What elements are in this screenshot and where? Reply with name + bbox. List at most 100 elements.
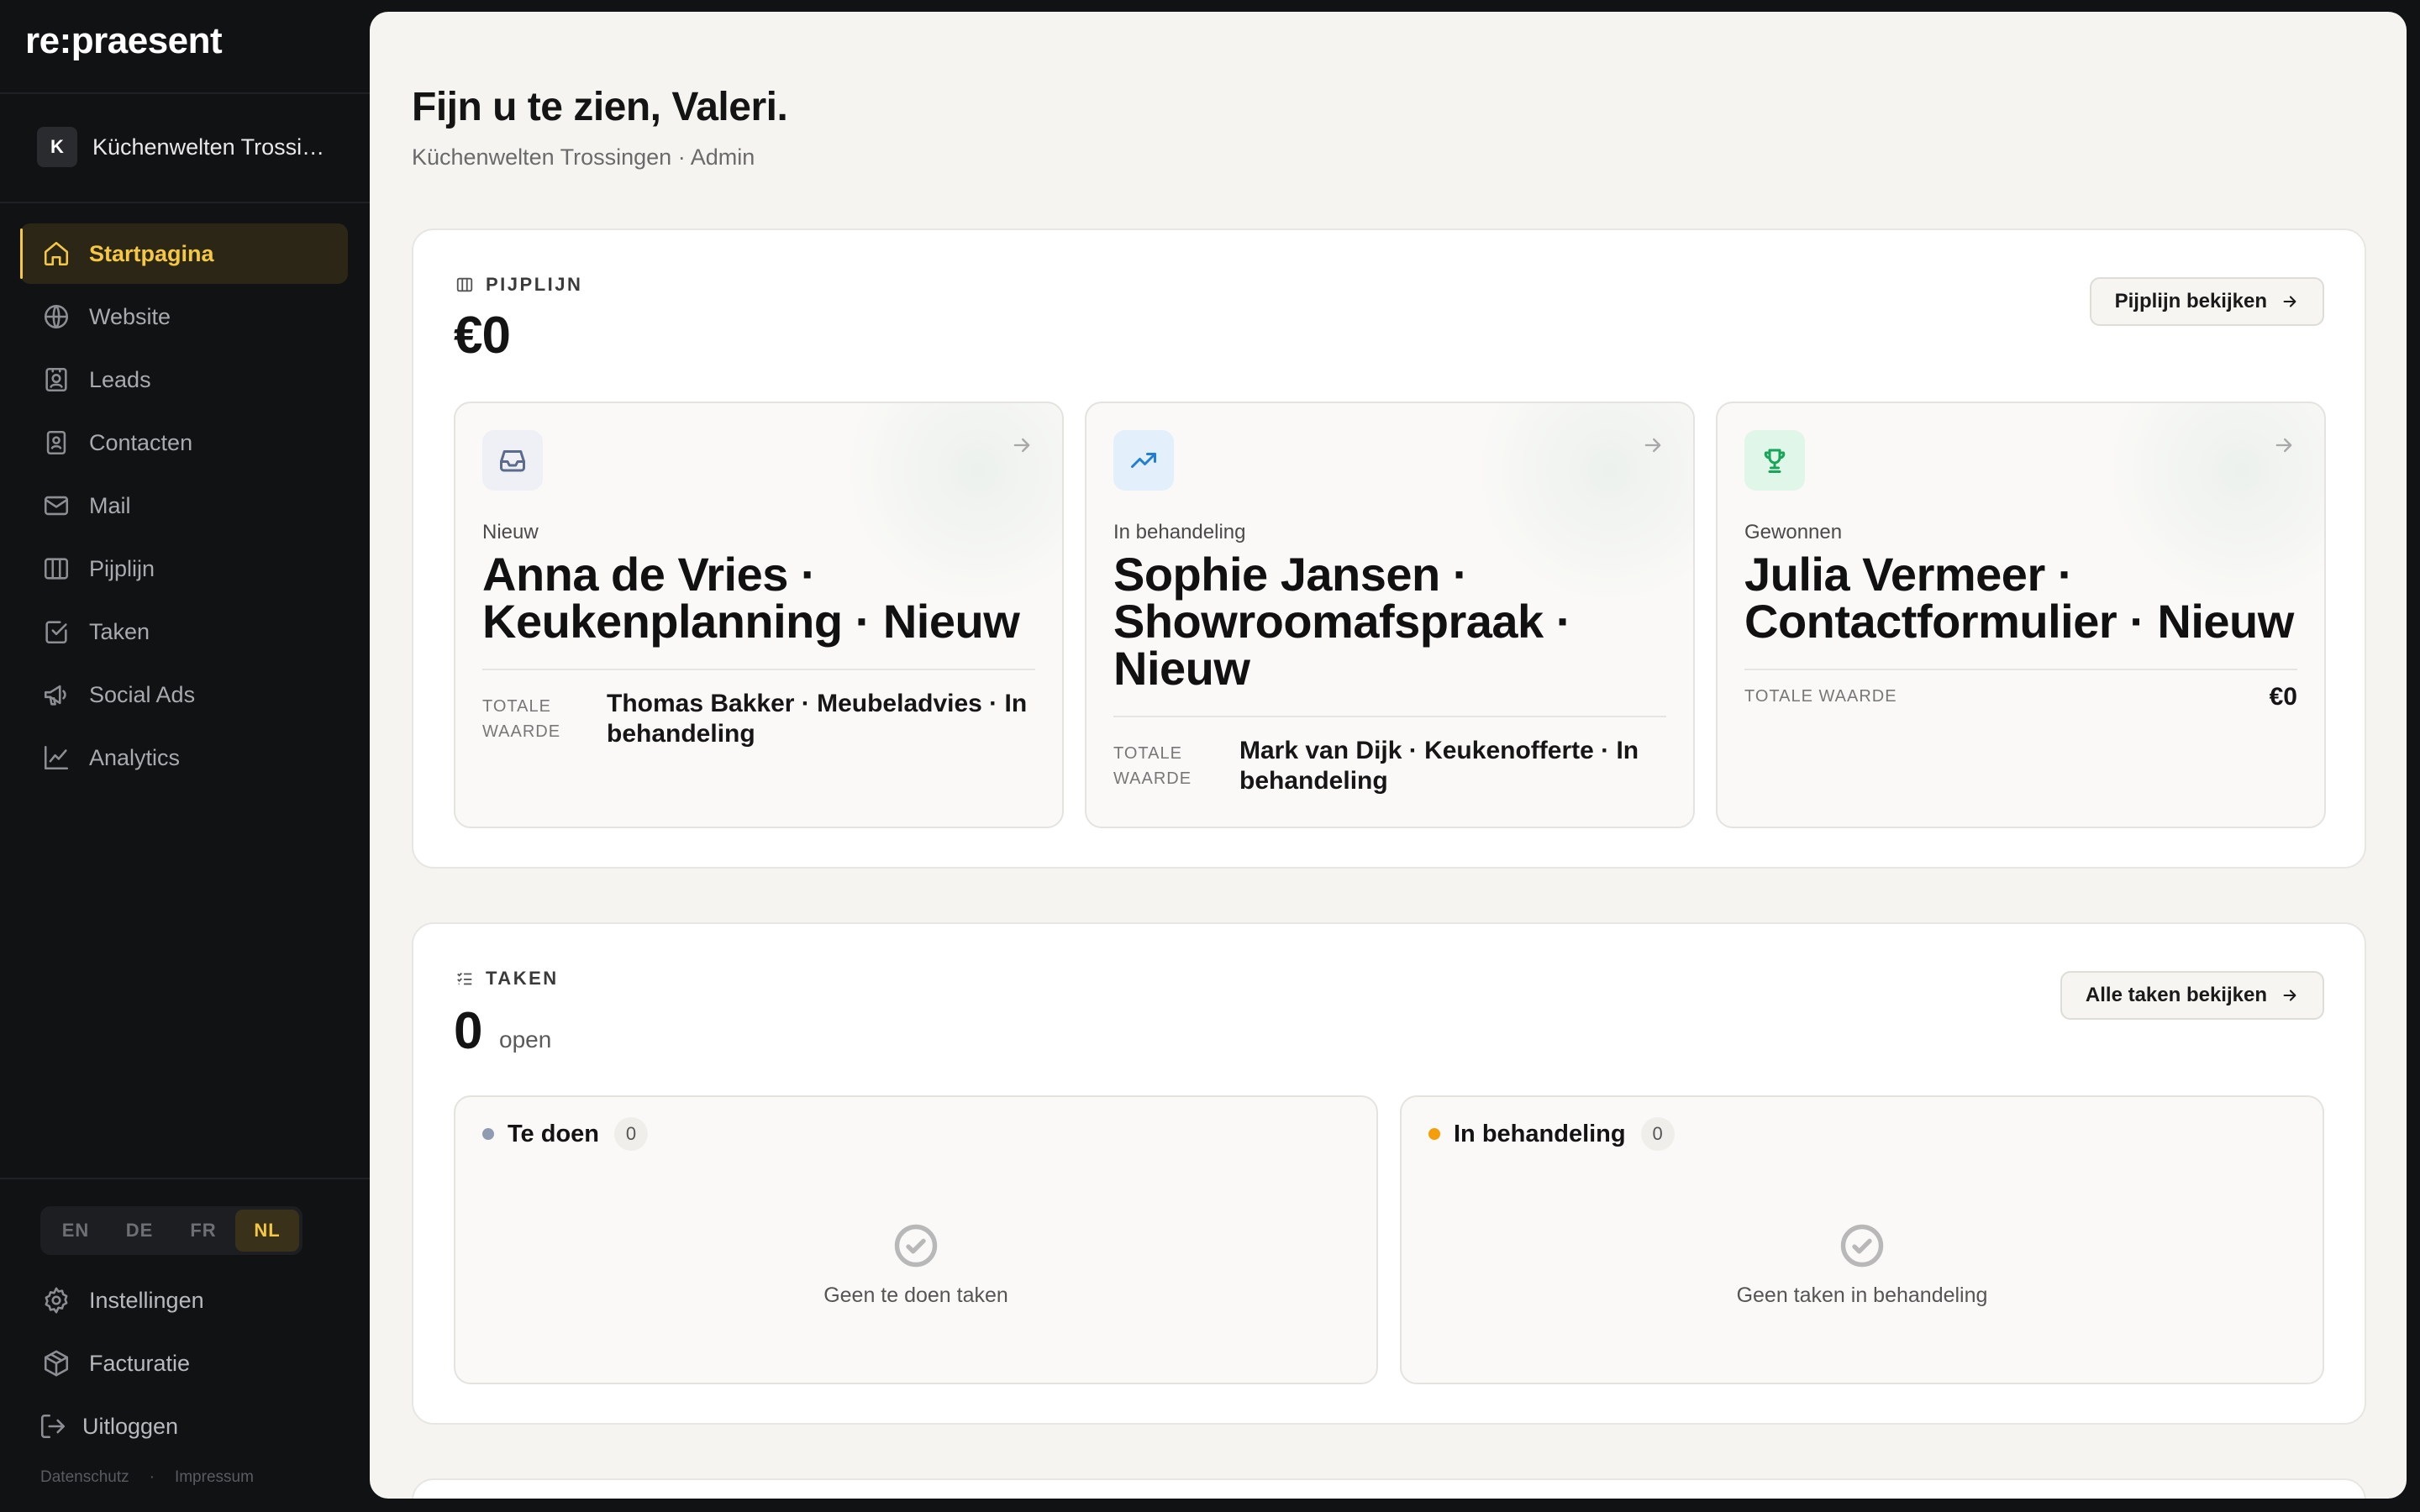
deal-stage-badge [1744,430,1805,491]
deal-open-arrow[interactable] [1641,433,1665,461]
home-icon [44,241,69,266]
tasks-card: TAKEN 0 open Alle taken bekijken Te doen… [412,922,2366,1425]
sidebar-item-startpagina[interactable]: Startpagina [20,223,348,284]
gear-icon [45,1287,68,1314]
sidebar-item-label: Taken [89,618,150,644]
sidebar-item-label: Website [89,303,171,329]
empty-state-icon [893,1223,939,1268]
app-logo[interactable]: re:praesent [25,20,223,62]
kanban-columns-icon [456,277,473,292]
deal-card-won[interactable]: Gewonnen Julia Vermeer · Contactformulie… [1716,402,2326,828]
arrow-right-icon [1644,438,1661,453]
mail-icon [44,496,69,516]
section-label-text: PIJPLIJN [486,274,583,295]
trending-up-icon [1131,453,1156,468]
trophy-icon [1764,449,1786,473]
status-dot [482,1128,494,1140]
deal-stage: Nieuw [482,521,539,543]
package-icon [44,1350,69,1377]
sidebar-item-label: Contacten [89,429,193,455]
sidebar-item-label: Startpagina [89,240,214,266]
imprint-link[interactable]: Impressum [175,1468,254,1487]
deal-value: Thomas Bakker · Meubeladvies · In behand… [607,690,1028,748]
task-column-header: In behandeling 0 [1428,1117,1675,1151]
globe-icon [44,304,69,329]
sidebar-item-leads[interactable]: Leads [20,349,348,410]
sidebar-item-facturatie[interactable]: Facturatie [20,1333,348,1394]
deal-stage: In behandeling [1113,521,1246,543]
deal-stage-badge [482,430,543,491]
view-all-tasks-button[interactable]: Alle taken bekijken [2060,971,2324,1020]
deal-open-arrow[interactable] [2272,433,2296,461]
deal-stage-badge [1113,430,1174,491]
address-book-icon [46,430,66,455]
language-option-en[interactable]: EN [44,1210,108,1252]
task-count-badge: 0 [1640,1117,1675,1151]
org-switcher[interactable]: K Küchenwelten Trossingen [37,126,336,168]
kanban-columns-icon [44,558,69,580]
task-count-badge: 0 [614,1117,649,1151]
footer-links: Datenschutz · Impressum [40,1468,254,1487]
task-column-title: Te doen [508,1120,600,1147]
page-title: Fijn u te zien, Valeri. [412,85,788,129]
inbox-icon [500,450,525,472]
deal-card-in-progress[interactable]: In behandeling Sophie Jansen · Showrooma… [1085,402,1695,828]
sidebar-divider [0,1178,370,1179]
sidebar-item-instellingen[interactable]: Instellingen [20,1270,348,1331]
org-name: Küchenwelten Trossingen [92,134,336,160]
deal-value: €0 [2269,683,2297,711]
empty-state-text: Geen taken in behandeling [1736,1284,1988,1307]
org-avatar: K [37,127,77,167]
empty-state-text: Geen te doen taken [823,1284,1008,1307]
arrow-right-icon [1013,438,1030,453]
pipeline-total: €0 [454,307,511,365]
megaphone-icon [44,685,66,706]
language-option-nl[interactable]: NL [235,1210,299,1252]
open-tasks-count: 0 [454,1002,482,1060]
sidebar-item-website[interactable]: Website [20,286,348,347]
deal-divider [482,669,1035,670]
sidebar-item-taken[interactable]: Taken [20,601,348,662]
sidebar-item-pijplijn[interactable]: Pijplijn [20,538,348,599]
sidebar-item-social-ads[interactable]: Social Ads [20,664,348,725]
next-section-card [412,1478,2366,1499]
contact-badge-icon [45,367,67,392]
deal-card-new[interactable]: Nieuw Anna de Vries · Keukenplanning · N… [454,402,1064,828]
button-label: Alle taken bekijken [2085,984,2267,1006]
view-pipeline-button[interactable]: Pijplijn bekijken [2089,277,2324,326]
section-label-text: TAKEN [486,968,559,989]
sidebar-item-analytics[interactable]: Analytics [20,727,348,788]
language-option-fr[interactable]: FR [171,1210,235,1252]
deal-divider [1113,716,1666,717]
logout-button[interactable]: Uitloggen [20,1396,348,1457]
deal-value-label: TOTALE WAARDE [482,697,561,741]
tasks-section-label: TAKEN [455,968,559,990]
sidebar: re:praesent K Küchenwelten Trossingen St… [0,0,370,1512]
sidebar-item-label: Uitloggen [82,1413,179,1439]
footer-separator: · [149,1468,155,1486]
bottom-nav: Instellingen Facturatie Uitloggen [20,1270,348,1459]
pipeline-card: PIJPLIJN €0 Pijplijn bekijken Nieuw Anna… [412,228,2366,869]
deal-title: Anna de Vries · Keukenplanning · Nieuw [482,548,1020,648]
sidebar-item-contacten[interactable]: Contacten [20,412,348,473]
open-tasks-suffix: open [499,1026,552,1053]
check-circle-icon [1840,1224,1884,1268]
privacy-link[interactable]: Datenschutz [40,1468,129,1487]
sidebar-item-label: Mail [89,492,131,518]
sidebar-item-label: Leads [89,366,151,392]
line-chart-icon [44,745,69,770]
button-label: Pijplijn bekijken [2114,290,2267,312]
language-option-de[interactable]: DE [108,1210,171,1252]
deal-value-label: TOTALE WAARDE [1744,687,1897,706]
empty-state-icon [1839,1223,1885,1268]
page-subtitle: Küchenwelten Trossingen · Admin [412,144,755,170]
sidebar-divider [0,202,370,203]
check-circle-icon [894,1224,938,1268]
main-nav: Startpagina Website Leads Contacten Mail… [20,223,348,790]
deal-value-label: TOTALE WAARDE [1113,744,1192,788]
sidebar-item-mail[interactable]: Mail [20,475,348,536]
deal-open-arrow[interactable] [1010,433,1034,461]
sidebar-divider [0,92,370,94]
deal-stage: Gewonnen [1744,521,1843,543]
checklist-icon [457,972,472,985]
